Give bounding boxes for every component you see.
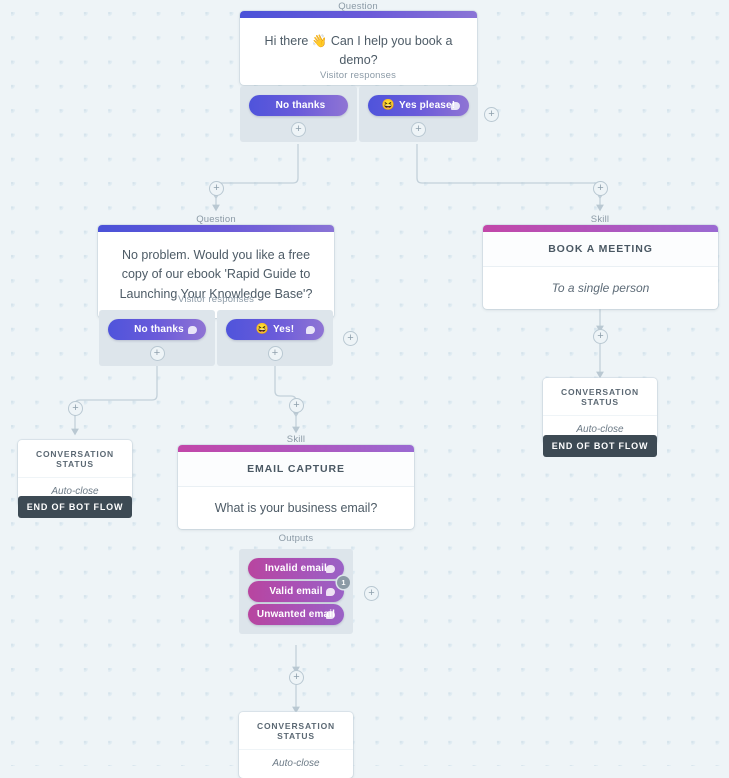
end-of-bot-flow-left: END OF BOT FLOW	[18, 496, 132, 518]
node-skill-book-a-meeting[interactable]: BOOK A MEETING To a single person	[483, 225, 718, 309]
response-label-1: No thanks	[275, 100, 326, 111]
add-node-button-status-left[interactable]: +	[68, 401, 83, 416]
output-label-invalid: Invalid email	[265, 563, 327, 574]
caption-visitor-responses-1: Visitor responses	[319, 70, 397, 81]
response-label-2: Yes please!	[399, 100, 456, 111]
response-button-no-thanks-2[interactable]: No thanks	[108, 319, 206, 340]
add-node-button-email-skill[interactable]: +	[289, 398, 304, 413]
add-output-button[interactable]: +	[364, 586, 379, 601]
skill-email-title: EMAIL CAPTURE	[178, 452, 414, 487]
status-bottom-value: Auto-close	[272, 758, 320, 769]
response-button-yes[interactable]: 😆 Yes!	[226, 319, 324, 340]
response-cell-2: 😆 Yes please! +	[359, 86, 478, 142]
visitor-responses-2: No thanks + 😆 Yes! +	[99, 310, 333, 366]
caption-skill-email: Skill	[286, 434, 306, 445]
response-cell-4: 😆 Yes! +	[217, 310, 333, 366]
add-response-button-2[interactable]: +	[343, 331, 358, 346]
output-pill-unwanted-email[interactable]: Unwanted email	[248, 604, 344, 625]
chat-bubble-icon	[326, 587, 335, 596]
question-2-text: No problem. Would you like a free copy o…	[119, 248, 313, 301]
caption-outputs: Outputs	[278, 533, 314, 544]
caption-visitor-responses-2: Visitor responses	[177, 294, 255, 305]
node-skill-email-capture[interactable]: EMAIL CAPTURE What is your business emai…	[178, 445, 414, 529]
response-emoji-2: 😆	[381, 99, 396, 112]
add-node-button-right-branch[interactable]: +	[593, 181, 608, 196]
add-node-button-after-meeting[interactable]: +	[593, 329, 608, 344]
output-label-valid: Valid email	[269, 586, 323, 597]
add-response-button-1[interactable]: +	[484, 107, 499, 122]
skill-meeting-title: BOOK A MEETING	[483, 232, 718, 267]
question-1-accent-bar	[240, 11, 477, 18]
skill-email-subtitle: What is your business email?	[214, 501, 378, 515]
response-button-yes-please[interactable]: 😆 Yes please!	[368, 95, 469, 116]
add-step-button-response-2[interactable]: +	[411, 122, 426, 137]
response-cell-3: No thanks +	[99, 310, 215, 366]
output-pill-valid-email[interactable]: Valid email 1	[248, 576, 350, 602]
status-bottom-title: CONVERSATION STATUS	[239, 712, 353, 750]
output-label-unwanted: Unwanted email	[256, 609, 336, 620]
end-of-bot-flow-meeting: END OF BOT FLOW	[543, 435, 657, 457]
add-node-button-left-branch[interactable]: +	[209, 181, 224, 196]
response-label-3: No thanks	[134, 324, 184, 335]
chat-bubble-icon	[326, 564, 335, 573]
chat-bubble-icon	[451, 101, 460, 110]
skill-email-accent-bar	[178, 445, 414, 452]
skill-meeting-subtitle: To a single person	[551, 281, 650, 295]
question-2-accent-bar	[98, 225, 334, 232]
node-conversation-status-bottom[interactable]: CONVERSATION STATUS Auto-close	[239, 712, 353, 778]
output-badge-count: 1	[337, 576, 350, 589]
status-meeting-title: CONVERSATION STATUS	[543, 378, 657, 416]
caption-question-2: Question	[196, 214, 236, 225]
status-left-title: CONVERSATION STATUS	[18, 440, 132, 478]
response-cell-1: No thanks +	[240, 86, 357, 142]
add-step-button-response-1[interactable]: +	[291, 122, 306, 137]
add-step-button-response-3[interactable]: +	[149, 346, 165, 361]
response-button-no-thanks-1[interactable]: No thanks	[249, 95, 348, 116]
caption-skill-meeting: Skill	[590, 214, 610, 225]
visitor-responses-1: No thanks + 😆 Yes please! +	[240, 86, 478, 142]
response-emoji-4: 😆	[255, 323, 270, 336]
output-pill-invalid-email[interactable]: Invalid email	[248, 558, 344, 579]
chat-bubble-icon	[326, 610, 335, 619]
skill-meeting-accent-bar	[483, 225, 718, 232]
chat-bubble-icon	[188, 325, 197, 334]
outputs-group: Invalid email Valid email 1 Unwanted ema…	[239, 549, 353, 634]
chat-bubble-icon	[306, 325, 315, 334]
add-node-button-after-outputs[interactable]: +	[289, 670, 304, 685]
response-label-4: Yes!	[273, 324, 295, 335]
add-step-button-response-4[interactable]: +	[267, 346, 283, 361]
